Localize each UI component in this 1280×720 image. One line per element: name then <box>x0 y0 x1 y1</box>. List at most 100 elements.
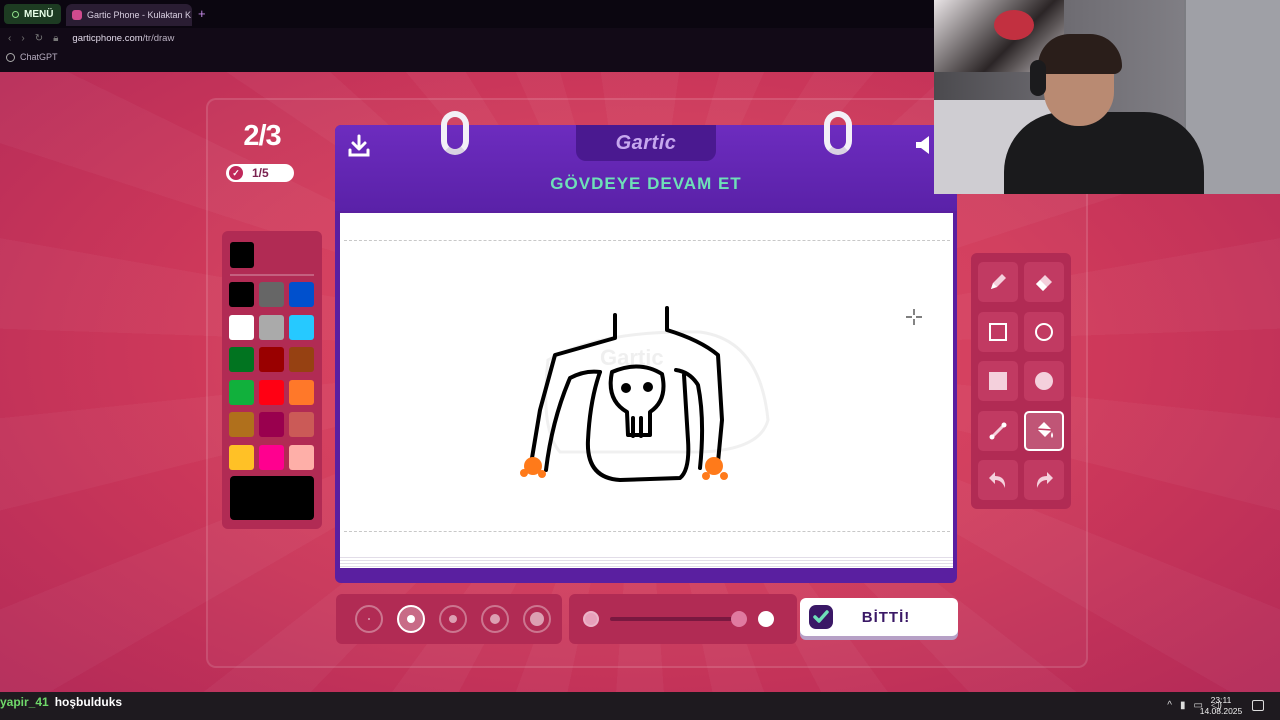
palette-divider <box>230 274 314 276</box>
chat-overlay-line: yapir_41 hoşbulduks <box>0 695 122 709</box>
undo-tool[interactable] <box>978 460 1018 500</box>
color-swatch[interactable] <box>289 444 314 470</box>
taskbar-clock[interactable]: 23:11 14.08.2025 <box>1196 695 1246 717</box>
color-swatch[interactable] <box>229 347 254 372</box>
color-swatch[interactable] <box>229 444 254 470</box>
color-swatch[interactable] <box>289 282 314 307</box>
bucket-icon <box>1036 421 1053 438</box>
brush-size-button[interactable] <box>355 605 383 633</box>
opera-logo-icon <box>12 10 19 18</box>
taskbar <box>0 692 1280 720</box>
brush-size-dot <box>490 614 500 624</box>
color-swatch[interactable] <box>289 412 314 437</box>
tab-title: Gartic Phone - Kulaktan K <box>87 10 192 20</box>
bookmark-chatgpt[interactable]: ChatGPT <box>6 52 58 62</box>
color-swatch[interactable] <box>259 314 284 340</box>
binder-ring-right <box>824 111 852 155</box>
reload-icon[interactable]: ↻ <box>35 33 43 44</box>
streamer-body <box>1004 112 1204 194</box>
pencil-icon <box>991 274 1006 289</box>
tab-gartic[interactable]: Gartic Phone - Kulaktan K <box>66 4 192 26</box>
ellipse-outline-tool[interactable] <box>1024 311 1064 352</box>
line-icon <box>989 422 1007 439</box>
color-swatch[interactable] <box>229 412 254 437</box>
opacity-min-dot <box>583 611 599 627</box>
current-color <box>230 242 254 268</box>
back-icon[interactable]: ‹ <box>8 33 11 44</box>
done-button[interactable]: BİTTİ! <box>800 598 958 636</box>
color-swatch[interactable] <box>259 412 284 437</box>
rectangle-fill-tool[interactable] <box>978 361 1018 401</box>
screen: MENÜ Gartic Phone - Kulaktan K + ‹ › ↻ 🔒… <box>0 0 1280 720</box>
circle-filled-icon <box>1035 372 1053 390</box>
menu-label: MENÜ <box>24 8 54 20</box>
brush-size-dot <box>449 615 457 623</box>
clock-time: 23:11 <box>1210 695 1232 705</box>
speaker-icon[interactable] <box>914 134 934 156</box>
color-swatch[interactable] <box>229 314 254 340</box>
forward-icon[interactable]: › <box>21 33 24 44</box>
brush-size-button[interactable] <box>481 605 509 633</box>
gartic-logo: Gartic <box>576 125 716 161</box>
fill-bucket-tool[interactable] <box>1024 410 1064 451</box>
done-players-badge: ✓ 1/5 <box>226 164 294 182</box>
opacity-slider-track[interactable] <box>610 617 736 621</box>
mic-icon[interactable]: ▮ <box>1180 700 1186 711</box>
color-swatch[interactable] <box>229 282 254 307</box>
brush-size-button[interactable] <box>523 605 551 633</box>
color-swatch[interactable] <box>259 282 284 307</box>
menu-button[interactable]: MENÜ <box>4 4 62 24</box>
color-swatch[interactable] <box>289 347 314 372</box>
color-swatch[interactable] <box>289 379 314 405</box>
chatgpt-icon <box>6 52 15 62</box>
tab-bar: MENÜ Gartic Phone - Kulaktan K + <box>0 0 934 28</box>
rectangle-outline-tool[interactable] <box>978 311 1018 352</box>
new-tab-icon[interactable]: + <box>198 6 206 21</box>
task-title: GÖVDEYE DEVAM ET <box>550 174 742 193</box>
browser-chrome: MENÜ Gartic Phone - Kulaktan K + ‹ › ↻ 🔒… <box>0 0 934 72</box>
color-swatch[interactable] <box>259 347 284 372</box>
url-field[interactable]: garticphone.com/tr/draw <box>72 33 174 44</box>
binder-ring-left <box>441 111 469 155</box>
lock-icon: 🔒︎ <box>53 32 59 44</box>
url-host: garticphone.com <box>72 32 143 44</box>
eraser-tool[interactable] <box>1024 262 1064 302</box>
check-icon: ✓ <box>229 166 243 180</box>
color-swatch[interactable] <box>229 379 254 405</box>
crosshair-cursor-icon <box>906 309 922 325</box>
eraser-icon <box>1036 275 1052 291</box>
streamer-hair <box>1038 34 1122 74</box>
webcam-overlay <box>934 0 1280 194</box>
bookmark-label: ChatGPT <box>20 52 58 62</box>
paper-stack-edge <box>340 555 953 568</box>
ellipse-fill-tool[interactable] <box>1024 361 1064 401</box>
tray-chevron-icon[interactable]: ^ <box>1167 700 1172 711</box>
brush-size-dot <box>368 618 370 620</box>
chat-username: yapir_41 <box>0 695 49 709</box>
line-tool[interactable] <box>978 410 1018 451</box>
done-button-label: BİTTİ! <box>861 608 911 626</box>
headphones <box>1030 60 1046 96</box>
brush-size-button[interactable] <box>397 605 425 633</box>
color-swatch[interactable] <box>259 379 284 405</box>
notifications-icon[interactable] <box>1252 700 1264 711</box>
redo-tool[interactable] <box>1024 460 1064 500</box>
custom-color-button[interactable] <box>230 476 314 520</box>
square-filled-icon <box>989 372 1007 390</box>
brush-size-button[interactable] <box>439 605 467 633</box>
player-drawing: Gartic <box>520 306 770 482</box>
url-path: /tr/draw <box>142 32 175 44</box>
address-bar: ‹ › ↻ 🔒︎ garticphone.com/tr/draw <box>0 28 934 48</box>
color-swatch[interactable] <box>259 444 284 470</box>
redo-icon <box>1036 472 1053 488</box>
circle-outline-icon <box>1035 322 1053 341</box>
gartic-favicon-icon <box>72 10 82 20</box>
pencil-tool[interactable] <box>978 262 1018 302</box>
opacity-max-dot <box>758 611 774 627</box>
chat-message: hoşbulduks <box>54 695 123 709</box>
brush-size-dot <box>407 615 415 623</box>
opacity-slider-handle[interactable] <box>731 611 747 627</box>
color-swatch[interactable] <box>289 314 314 340</box>
clock-date: 14.08.2025 <box>1199 706 1243 716</box>
download-icon[interactable] <box>346 133 372 159</box>
